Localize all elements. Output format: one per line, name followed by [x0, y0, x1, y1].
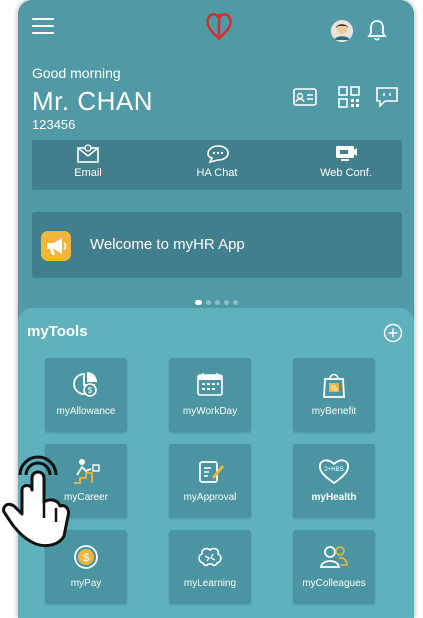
heart-text: 2+HBS [324, 467, 343, 473]
user-name: Mr. CHAN [32, 86, 153, 116]
qr-code-icon[interactable] [336, 86, 362, 108]
carousel-dot[interactable] [232, 300, 238, 305]
tile-label: myBenefit [311, 406, 357, 417]
id-card-icon[interactable] [292, 86, 318, 108]
approval-icon [199, 461, 224, 483]
tile-label: myWorkDay [182, 406, 238, 417]
tap-hand-icon [2, 455, 70, 548]
email-icon [77, 144, 99, 163]
greeting-text: Good morning [32, 65, 121, 81]
ha-chat-label: HA Chat [196, 167, 238, 179]
hospital-authority-logo [206, 13, 232, 40]
health-heart-icon: 2+HBS [319, 459, 349, 485]
tile-myapproval[interactable]: myApproval [169, 444, 251, 518]
ha-chat-button[interactable]: HA Chat [167, 140, 267, 190]
calendar-icon [197, 373, 223, 396]
svg-text:$: $ [88, 386, 93, 395]
svg-text:$: $ [83, 552, 89, 564]
career-icon [74, 459, 100, 484]
svg-text:%: % [330, 384, 337, 393]
tile-label: myApproval [183, 492, 237, 503]
tile-label: myHealth [311, 492, 357, 503]
tile-label: myAllowance [56, 406, 116, 417]
learning-brain-icon [198, 547, 222, 567]
tile-myhealth[interactable]: 2+HBS myHealth [293, 444, 375, 518]
tile-mybenefit[interactable]: % myBenefit [293, 358, 375, 432]
user-avatar[interactable] [331, 20, 353, 42]
tile-label: myPay [70, 578, 102, 589]
quick-actions-bar: Email HA Chat Web Conf. [32, 140, 402, 190]
phone-screen: Good morning Mr. CHAN 123456 Email HA Ch… [18, 0, 414, 618]
web-conference-icon [336, 146, 357, 161]
carousel-dot[interactable] [214, 300, 220, 305]
web-conf-label: Web Conf. [320, 167, 372, 179]
megaphone-icon [41, 231, 71, 261]
colleagues-icon [319, 546, 348, 568]
carousel-indicator [18, 292, 414, 305]
mytools-panel: myTools $ myAllowance myWorkDay % myBene… [18, 308, 414, 618]
chat-icon [207, 145, 229, 164]
staff-id: 123456 [32, 117, 76, 132]
carousel-dot[interactable] [205, 300, 211, 305]
plus-circle-icon[interactable] [383, 323, 403, 343]
top-bar [18, 0, 414, 56]
carousel-dot[interactable] [194, 300, 202, 305]
email-button[interactable]: Email [38, 140, 138, 190]
carousel-dot[interactable] [223, 300, 229, 305]
pay-icon: $ [74, 545, 98, 569]
hamburger-icon[interactable] [32, 18, 54, 34]
tile-label: myColleagues [302, 578, 366, 589]
tile-mylearning[interactable]: myLearning [169, 530, 251, 604]
bell-icon[interactable] [366, 18, 388, 42]
welcome-banner[interactable]: Welcome to myHR App [32, 212, 402, 278]
tile-label: myLearning [183, 578, 237, 589]
tile-myallowance[interactable]: $ myAllowance [45, 358, 127, 432]
web-conf-button[interactable]: Web Conf. [296, 140, 396, 190]
benefit-icon: % [323, 373, 345, 398]
allowance-icon: $ [73, 372, 97, 397]
banner-text: Welcome to myHR App [90, 236, 245, 253]
email-label: Email [74, 167, 102, 179]
tile-mycolleagues[interactable]: myColleagues [293, 530, 375, 604]
message-icon[interactable] [374, 86, 400, 108]
mytools-title: myTools [27, 323, 88, 340]
tile-myworkday[interactable]: myWorkDay [169, 358, 251, 432]
